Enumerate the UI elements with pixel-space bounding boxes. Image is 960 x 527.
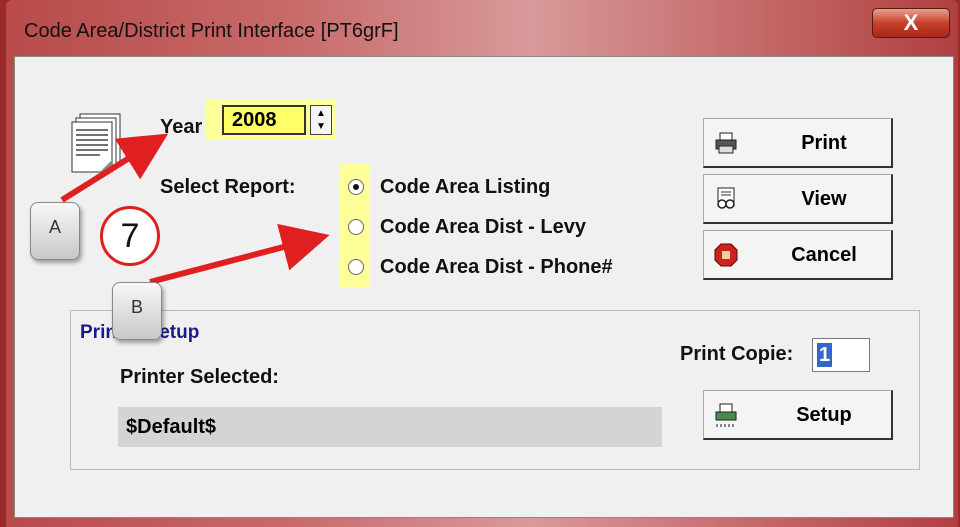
arrow-a xyxy=(60,133,169,203)
annotation-key-b: B xyxy=(112,282,162,340)
arrow-b xyxy=(149,223,330,285)
annotation-key-a: A xyxy=(30,202,80,260)
annotation-step-circle: 7 xyxy=(100,206,160,266)
annotation-arrows xyxy=(60,133,330,285)
